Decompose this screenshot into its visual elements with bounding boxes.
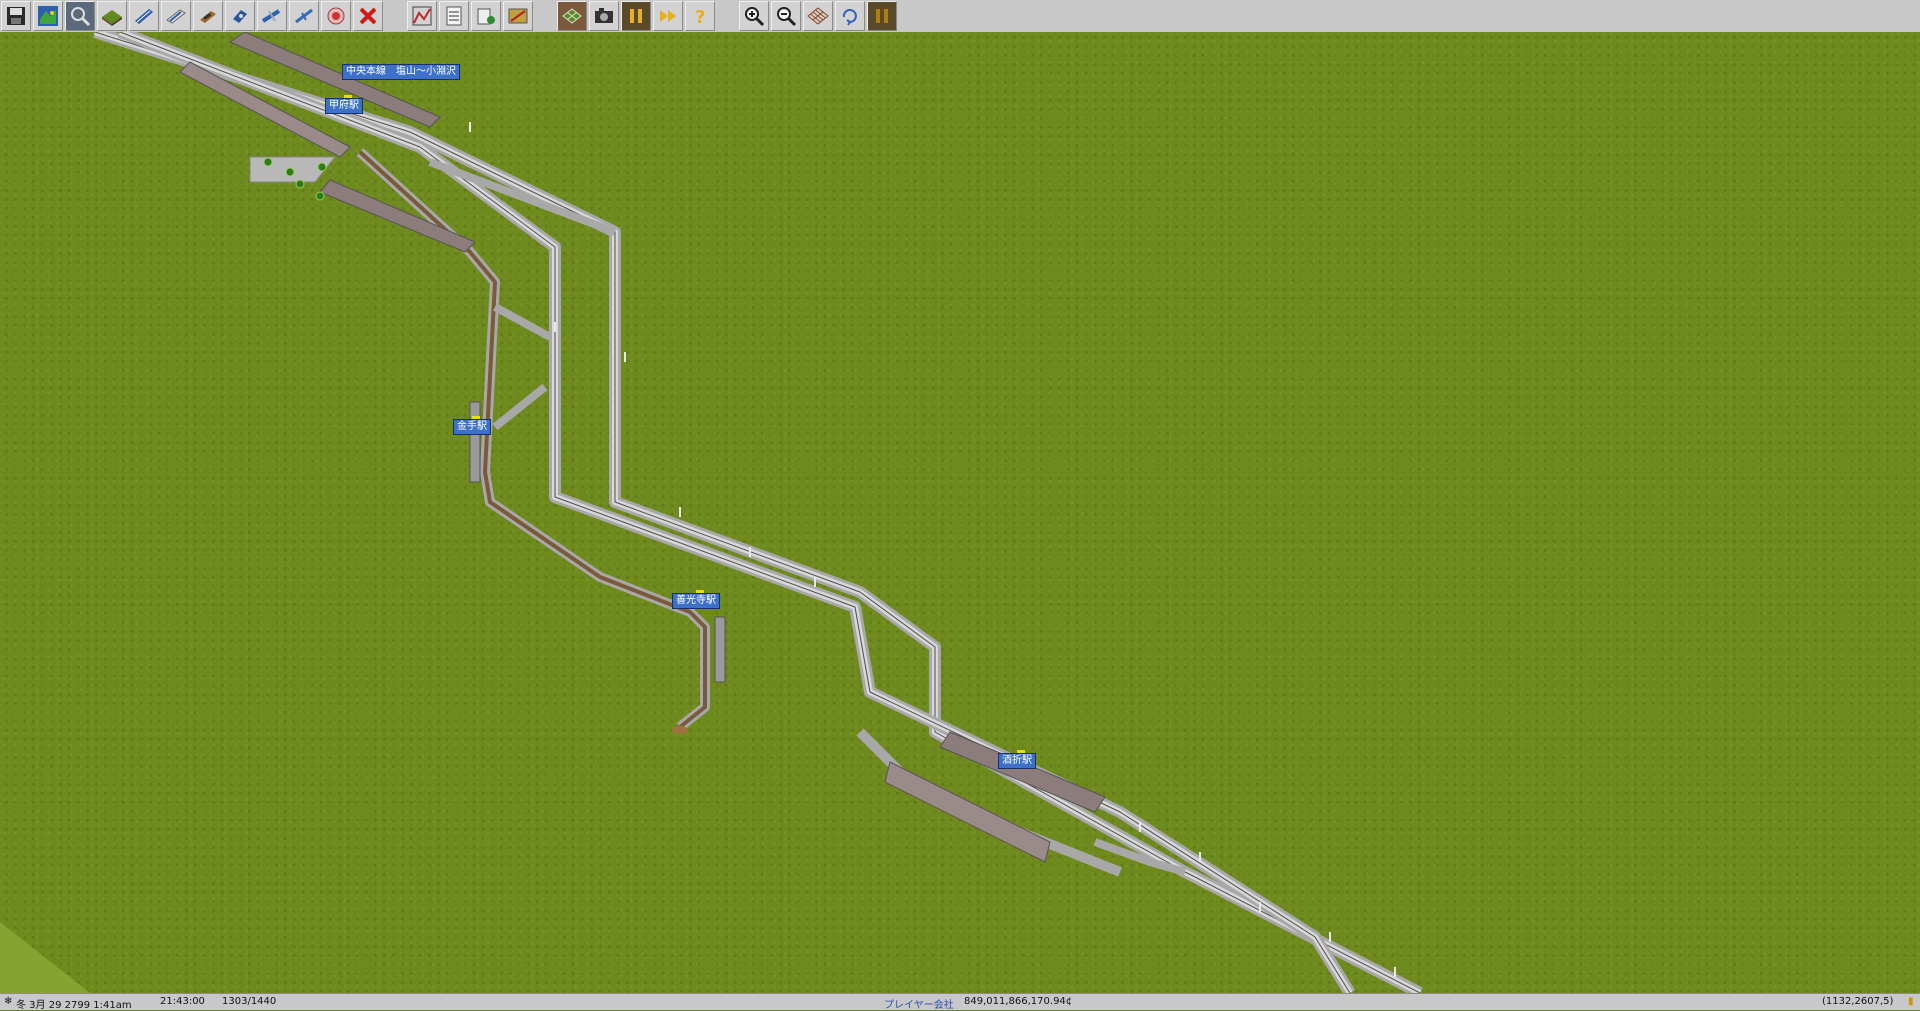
remove-button[interactable] [353,1,383,31]
company-icon [477,8,495,25]
game-map[interactable]: 中央本線 塩山〜小淵沢 甲府駅 金手駅 善光寺駅 酒折駅 [0,32,1920,993]
rotate-icon [842,9,857,26]
status-indicator-icon: ▮ [1908,996,1914,1007]
fast-forward-button[interactable] [653,1,683,31]
landscape-icon [102,10,122,26]
fast-forward-icon [660,10,676,22]
season-icon: ❄ [4,996,13,1007]
svg-text:?: ? [695,7,705,27]
toolbar: ? [0,0,1920,33]
screenshot-button[interactable] [589,1,619,31]
special-button[interactable] [321,1,351,31]
zoom-out-button[interactable] [771,1,801,31]
rail-network [0,32,1423,993]
list-button[interactable] [439,1,469,31]
lines-button[interactable] [407,1,437,31]
pause2-button[interactable] [867,1,897,31]
grass-patch [0,922,90,993]
airport-icon [261,9,281,23]
rail-button[interactable] [129,1,159,31]
finance-button[interactable] [471,1,501,31]
zoom-in-button[interactable] [739,1,769,31]
monorail-icon [166,9,186,24]
zoom-out-icon [777,7,797,27]
ship-icon [233,10,247,23]
grid-icon [562,8,582,24]
inspect-button[interactable] [65,1,95,31]
list-icon [446,6,462,26]
goods-button[interactable] [503,1,533,31]
pause-icon [630,9,642,23]
status-bar: ❄ 冬 3月 29 2799 1:41am 21:43:00 1303/1440… [0,993,1920,1011]
minimap-icon [38,6,58,26]
line-graph-icon [412,6,432,26]
catenary-poles [469,122,1396,977]
floppy-disk-icon [7,7,25,25]
status-coords: (1132,2607,5) [1822,996,1894,1007]
monorail-button[interactable] [161,1,191,31]
zoom-in-icon [745,7,765,27]
help-button[interactable]: ? [685,1,715,31]
save-button[interactable] [1,1,31,31]
magnifier-icon [71,7,91,27]
station-label-zenkoji[interactable]: 善光寺駅 [672,590,720,609]
target-icon [327,7,345,25]
grid-button[interactable] [557,1,587,31]
rotate-button[interactable] [835,1,865,31]
airplane-icon [295,8,313,24]
pause-icon [876,9,888,23]
map-button[interactable] [33,1,63,31]
track-end [672,726,688,734]
airplane-button[interactable] [289,1,319,31]
terrain-button[interactable] [97,1,127,31]
isometric-grid-icon [807,7,829,25]
line-label[interactable]: 中央本線 塩山〜小淵沢 [342,64,460,80]
view-grid-button[interactable] [803,1,833,31]
station-flag-icon [344,95,352,98]
rail-icon [135,9,153,24]
road-icon [200,11,216,23]
station-flag-icon [696,590,704,593]
status-time: 21:43:00 [160,996,205,1007]
road-button[interactable] [193,1,223,31]
goods-icon [508,8,528,24]
status-money: 849,011,866,170.94¢ [964,996,1073,1007]
station-label-kanete[interactable]: 金手駅 [453,416,491,435]
airport-button[interactable] [257,1,287,31]
station-flag-icon [472,416,480,419]
status-speed: 1303/1440 [222,996,277,1007]
pause-button[interactable] [621,1,651,31]
station-label-kofu[interactable]: 甲府駅 [325,95,363,114]
ship-button[interactable] [225,1,255,31]
station-flag-icon [1017,750,1025,753]
red-x-icon [359,7,377,25]
question-mark-icon: ? [695,7,705,27]
station-label-sakaori[interactable]: 酒折駅 [998,750,1036,769]
camera-icon [595,8,613,23]
